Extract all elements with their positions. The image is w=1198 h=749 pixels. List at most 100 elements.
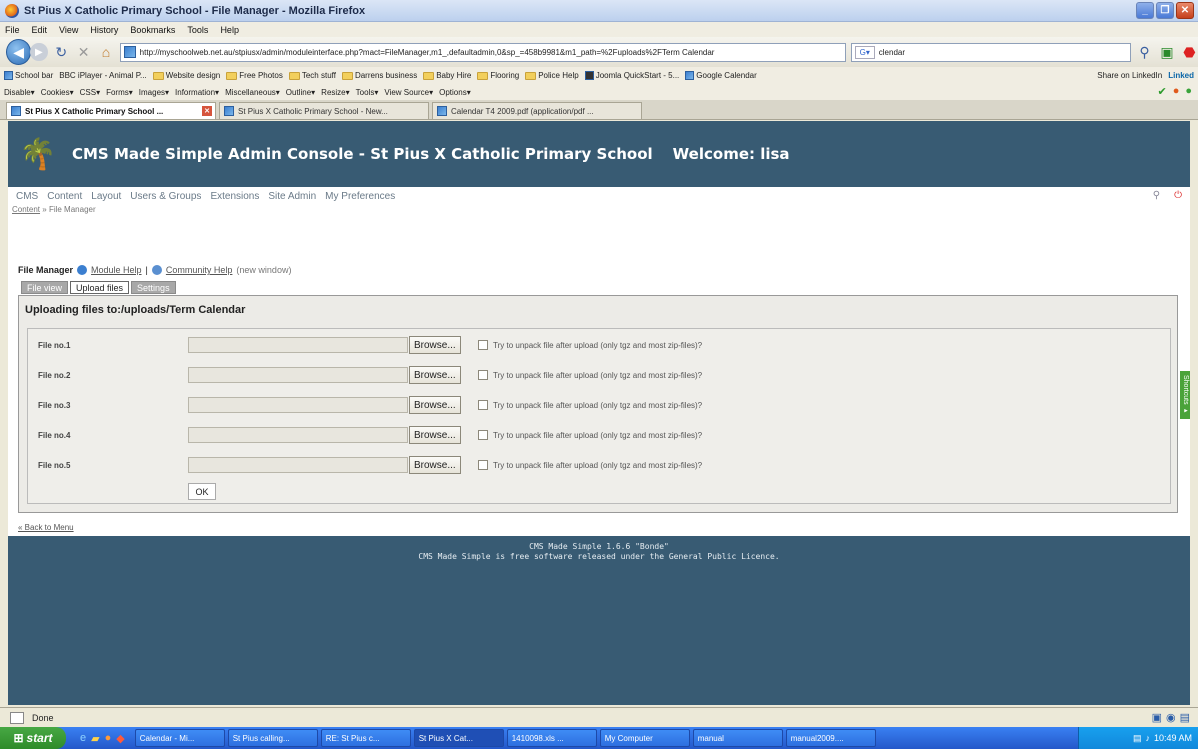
- quick-launch-firefox-icon[interactable]: ●: [105, 732, 112, 745]
- dev-outline-menu[interactable]: Outline▾: [286, 88, 315, 97]
- taskbar-item[interactable]: Calendar - Mi...: [134, 729, 225, 747]
- google-search-icon[interactable]: G▾: [854, 45, 875, 59]
- ok-button[interactable]: OK: [188, 483, 216, 500]
- quick-launch-media-icon[interactable]: ◆: [116, 732, 124, 745]
- tab-file-manager[interactable]: St Pius X Catholic Primary School ... ✕: [6, 102, 216, 119]
- file-input[interactable]: [188, 457, 408, 473]
- bookmark-folder[interactable]: Darrens business: [341, 71, 417, 80]
- home-icon[interactable]: ⌂: [97, 43, 114, 61]
- bookmark-item[interactable]: School bar: [4, 71, 53, 80]
- cms-menu-extensions[interactable]: Extensions: [210, 191, 259, 202]
- dev-images-menu[interactable]: Images▾: [139, 88, 169, 97]
- tab-calendar-pdf[interactable]: Calendar T4 2009.pdf (application/pdf ..…: [432, 102, 642, 119]
- search-bar[interactable]: G▾ clendar: [850, 42, 1131, 62]
- browse-button[interactable]: Browse...: [409, 456, 461, 474]
- unpack-checkbox[interactable]: [478, 400, 488, 410]
- bookmark-folder[interactable]: Tech stuff: [288, 71, 336, 80]
- menu-file[interactable]: File: [5, 25, 20, 35]
- reload-icon[interactable]: ↻: [53, 43, 70, 61]
- share-linkedin-link[interactable]: Share on LinkedIn: [1097, 71, 1162, 80]
- tray-volume-icon[interactable]: ♪: [1145, 733, 1150, 743]
- start-button[interactable]: ⊞ start: [0, 727, 66, 749]
- menu-view[interactable]: View: [59, 25, 78, 35]
- taskbar-item-active[interactable]: St Pius X Cat...: [413, 729, 504, 747]
- addon-icon[interactable]: ▣: [1158, 43, 1175, 61]
- tab-upload-files[interactable]: Upload files: [70, 281, 130, 294]
- bookmark-item[interactable]: BBC iPlayer - Animal P...: [59, 71, 146, 80]
- tab-file-view[interactable]: File view: [21, 281, 69, 294]
- cms-menu-users-groups[interactable]: Users & Groups: [130, 191, 201, 202]
- close-button[interactable]: ✕: [1176, 2, 1194, 19]
- taskbar-item[interactable]: manual2009....: [785, 729, 876, 747]
- unpack-checkbox[interactable]: [478, 340, 488, 350]
- status-security-icon[interactable]: ◉: [1166, 711, 1176, 724]
- taskbar-item[interactable]: RE: St Pius c...: [320, 729, 411, 747]
- bookmark-folder[interactable]: Baby Hire: [423, 71, 471, 80]
- dev-css-menu[interactable]: CSS▾: [80, 88, 100, 97]
- menu-bookmarks[interactable]: Bookmarks: [130, 25, 175, 35]
- cms-menu-content[interactable]: Content: [47, 191, 82, 202]
- module-help-link[interactable]: Module Help: [91, 265, 142, 275]
- check-icon[interactable]: ✔: [1157, 85, 1166, 98]
- file-input[interactable]: [188, 337, 408, 353]
- cms-menu-layout[interactable]: Layout: [91, 191, 121, 202]
- shortcuts-tab[interactable]: Shortcuts ▸: [1180, 371, 1190, 419]
- file-input[interactable]: [188, 397, 408, 413]
- tab-close-icon[interactable]: ✕: [202, 106, 212, 116]
- quick-launch-folder-icon[interactable]: ▰: [91, 732, 99, 745]
- maximize-button[interactable]: ❐: [1156, 2, 1174, 19]
- bookmark-item[interactable]: Joomla QuickStart - 5...: [584, 71, 679, 80]
- dev-view-source-menu[interactable]: View Source▾: [384, 88, 433, 97]
- cms-menu-site-admin[interactable]: Site Admin: [268, 191, 316, 202]
- search-go-icon[interactable]: ⚲: [1136, 43, 1153, 61]
- bookmark-folder[interactable]: Website design: [152, 71, 220, 80]
- menu-edit[interactable]: Edit: [32, 25, 48, 35]
- status-addon-icon[interactable]: ▣: [1152, 711, 1162, 724]
- file-input[interactable]: [188, 427, 408, 443]
- dev-disable-menu[interactable]: Disable▾: [4, 88, 35, 97]
- cms-menu-cms[interactable]: CMS: [16, 191, 38, 202]
- menu-help[interactable]: Help: [220, 25, 239, 35]
- bookmark-item[interactable]: Google Calendar: [685, 71, 757, 80]
- browse-button[interactable]: Browse...: [409, 336, 461, 354]
- menu-history[interactable]: History: [90, 25, 118, 35]
- quick-launch-ie-icon[interactable]: e: [80, 732, 86, 745]
- tray-network-icon[interactable]: ▤: [1133, 733, 1142, 744]
- menu-tools[interactable]: Tools: [187, 25, 208, 35]
- adblock-icon[interactable]: ⬣: [1181, 43, 1198, 61]
- taskbar-item[interactable]: St Pius calling...: [227, 729, 318, 747]
- view-site-icon[interactable]: ⚲: [1153, 190, 1160, 201]
- bookmark-folder[interactable]: Police Help: [525, 71, 579, 80]
- back-to-menu-link[interactable]: « Back to Menu: [18, 523, 74, 532]
- ok-icon[interactable]: ●: [1185, 85, 1192, 98]
- bookmark-folder[interactable]: Flooring: [477, 71, 519, 80]
- dev-resize-menu[interactable]: Resize▾: [321, 88, 349, 97]
- stop-icon[interactable]: ✕: [75, 43, 92, 61]
- dev-forms-menu[interactable]: Forms▾: [106, 88, 133, 97]
- tab-new-page[interactable]: St Pius X Catholic Primary School - New.…: [219, 102, 429, 119]
- linkedin-button[interactable]: Linked: [1168, 71, 1194, 80]
- dev-misc-menu[interactable]: Miscellaneous▾: [225, 88, 280, 97]
- file-input[interactable]: [188, 367, 408, 383]
- tab-settings[interactable]: Settings: [131, 281, 176, 294]
- cms-menu-my-preferences[interactable]: My Preferences: [325, 191, 395, 202]
- dev-tools-menu[interactable]: Tools▾: [356, 88, 379, 97]
- taskbar-item[interactable]: 1410098.xls ...: [506, 729, 597, 747]
- status-network-icon[interactable]: ▤: [1180, 711, 1190, 724]
- minimize-button[interactable]: _: [1136, 2, 1154, 19]
- warning-icon[interactable]: ●: [1173, 85, 1180, 98]
- taskbar-item[interactable]: manual: [692, 729, 783, 747]
- browse-button[interactable]: Browse...: [409, 396, 461, 414]
- community-help-link[interactable]: Community Help: [166, 265, 233, 275]
- forward-button[interactable]: ▶: [30, 43, 48, 61]
- unpack-checkbox[interactable]: [478, 460, 488, 470]
- taskbar-item[interactable]: My Computer: [599, 729, 690, 747]
- unpack-checkbox[interactable]: [478, 370, 488, 380]
- logout-icon[interactable]: ⏻: [1174, 190, 1182, 201]
- breadcrumb-content-link[interactable]: Content: [12, 205, 40, 214]
- browse-button[interactable]: Browse...: [409, 366, 461, 384]
- dev-information-menu[interactable]: Information▾: [175, 88, 219, 97]
- browse-button[interactable]: Browse...: [409, 426, 461, 444]
- dev-options-menu[interactable]: Options▾: [439, 88, 471, 97]
- bookmark-folder[interactable]: Free Photos: [226, 71, 283, 80]
